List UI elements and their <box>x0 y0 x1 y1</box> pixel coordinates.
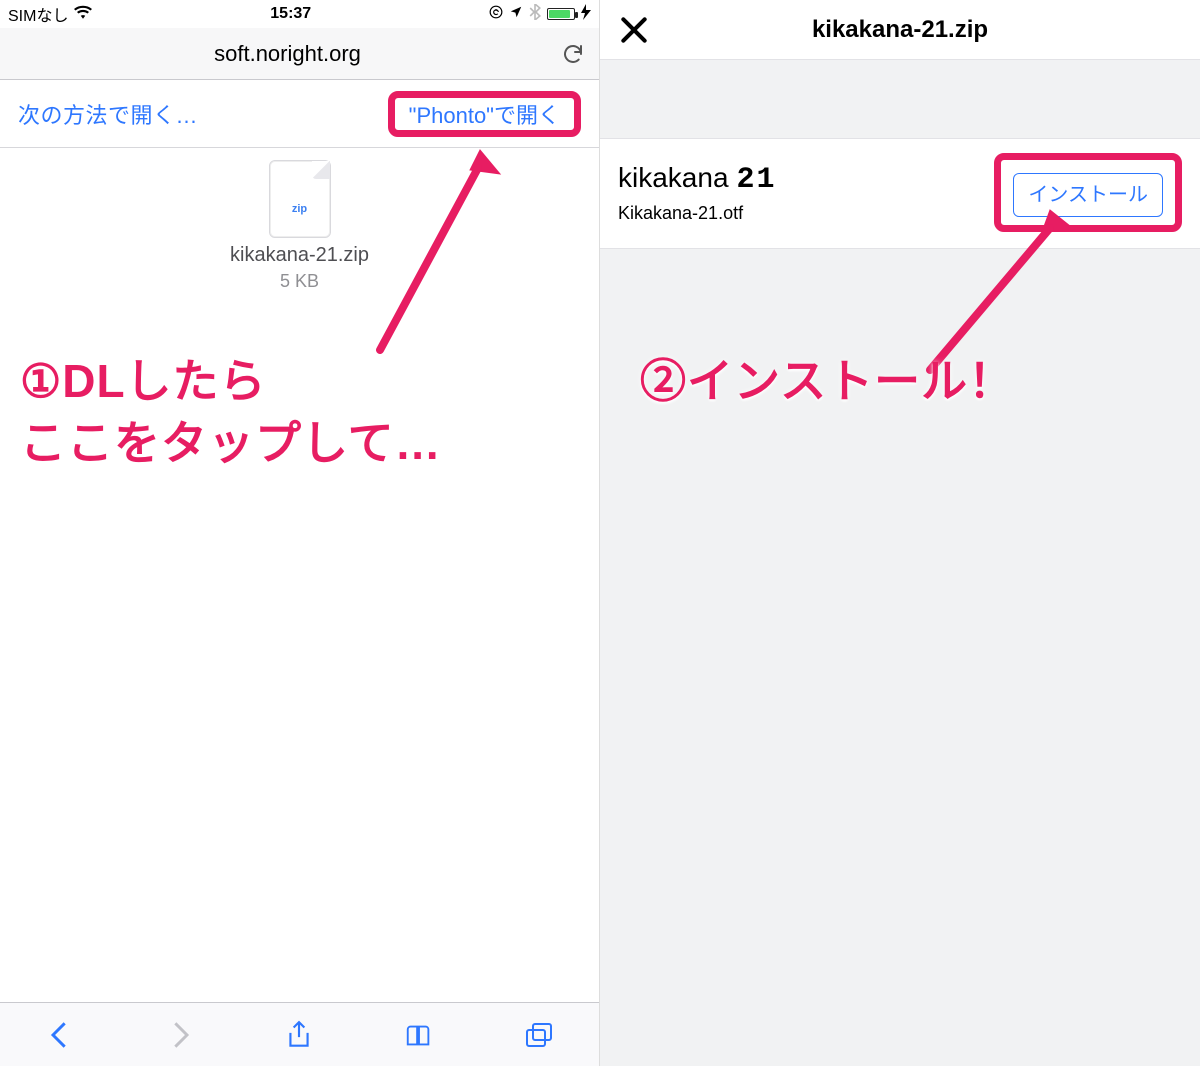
open-with-link[interactable]: 次の方法で開く… <box>18 98 198 130</box>
bluetooth-icon <box>529 4 541 25</box>
annotation-highlight-box-2: インストール <box>994 153 1182 232</box>
spacer <box>600 60 1200 138</box>
font-name-text: kikakana <box>618 162 729 194</box>
forward-icon[interactable] <box>165 1020 195 1050</box>
bookmarks-icon[interactable] <box>404 1020 434 1050</box>
open-with-bar: 次の方法で開く… "Phonto"で開く <box>0 80 599 148</box>
modal-title: kikakana-21.zip <box>812 16 988 44</box>
rotation-lock-icon <box>489 5 503 24</box>
file-icon[interactable]: zip <box>269 160 331 238</box>
file-name-label: kikakana-21.zip <box>0 244 599 267</box>
reload-icon[interactable] <box>561 42 585 66</box>
open-in-phonto-button[interactable]: "Phonto"で開く <box>395 93 574 138</box>
modal-header: kikakana-21.zip <box>600 0 1200 60</box>
file-size-label: 5 KB <box>0 271 599 292</box>
annotation-text-1: ①DLしたら ここをタップして… <box>20 350 580 474</box>
install-button[interactable]: インストール <box>1013 173 1163 217</box>
address-bar-url[interactable]: soft.noright.org <box>14 41 561 67</box>
clock: 15:37 <box>270 5 311 23</box>
font-display-name: kikakana 21 <box>618 162 777 197</box>
close-icon[interactable] <box>618 14 650 46</box>
safari-toolbar <box>0 1002 599 1066</box>
left-phone-safari: SIMなし 15:37 <box>0 0 600 1066</box>
wifi-icon <box>74 5 92 24</box>
share-icon[interactable] <box>284 1020 314 1050</box>
back-icon[interactable] <box>45 1020 75 1050</box>
charging-icon <box>581 4 591 25</box>
annotation-highlight-box-1: "Phonto"で開く <box>388 91 581 137</box>
safari-nav-bar: soft.noright.org <box>0 28 599 80</box>
right-phone-font-install: kikakana-21.zip kikakana 21 Kikakana-21.… <box>600 0 1200 1066</box>
downloaded-file-preview: zip kikakana-21.zip 5 KB <box>0 148 599 268</box>
font-number-text: 21 <box>737 163 777 197</box>
location-icon <box>509 5 523 24</box>
file-ext-label: zip <box>270 203 330 215</box>
font-row: kikakana 21 Kikakana-21.otf インストール <box>600 138 1200 249</box>
battery-icon <box>547 8 575 20</box>
annotation-text-2: ②インストール！ <box>640 350 1200 412</box>
font-filename: Kikakana-21.otf <box>618 203 777 224</box>
tabs-icon[interactable] <box>524 1020 554 1050</box>
carrier-label: SIMなし <box>8 2 68 26</box>
status-bar: SIMなし 15:37 <box>0 0 599 28</box>
